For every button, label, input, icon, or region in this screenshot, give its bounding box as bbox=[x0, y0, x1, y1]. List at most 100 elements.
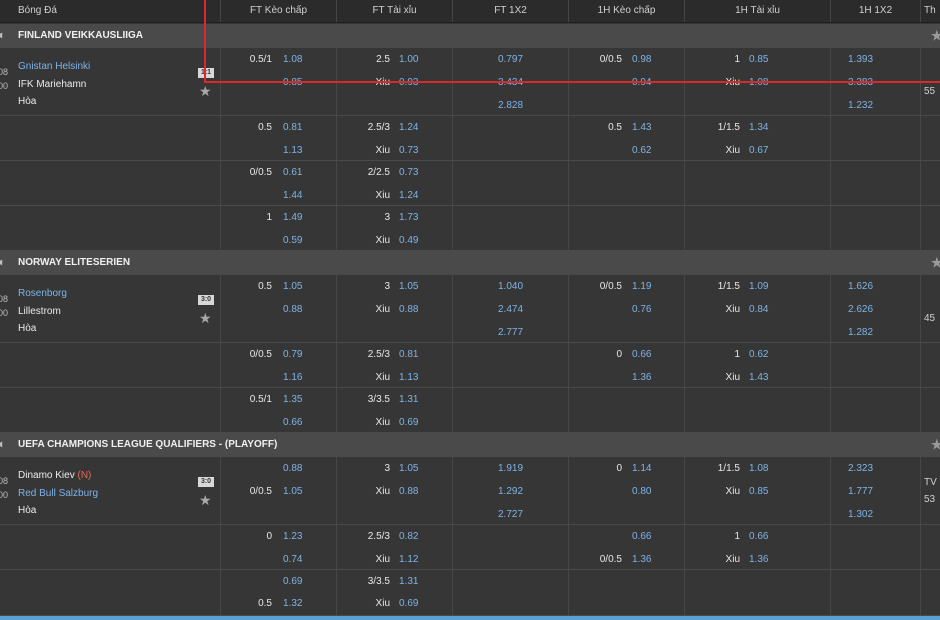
1h-handicap-home-odds[interactable]: 1.14 bbox=[632, 462, 651, 476]
home-team[interactable]: Gnistan Helsinki bbox=[18, 60, 90, 74]
live-score-icon[interactable]: 1:1 bbox=[198, 68, 214, 78]
ft-handicap-away-odds[interactable]: 1.05 bbox=[283, 485, 302, 499]
ft-over-odds[interactable]: 0.82 bbox=[399, 530, 418, 544]
ft-under-odds[interactable]: 0.69 bbox=[399, 597, 418, 611]
favorite-league-star-icon[interactable]: ★ bbox=[931, 24, 940, 48]
ft-under-odds[interactable]: 0.88 bbox=[399, 485, 418, 499]
ft-under-odds[interactable]: 0.88 bbox=[399, 303, 418, 317]
ft-1x2-away[interactable]: 2.474 bbox=[498, 303, 523, 317]
1h-under-odds[interactable]: 1.08 bbox=[749, 76, 768, 90]
favorite-league-star-icon[interactable]: ★ bbox=[931, 251, 940, 275]
favorite-star-icon[interactable]: ★ bbox=[199, 311, 212, 325]
header-ft-over-under[interactable]: FT Tài xỉu bbox=[336, 0, 452, 22]
1h-under-odds[interactable]: 0.85 bbox=[749, 485, 768, 499]
1h-handicap-away-odds[interactable]: 1.36 bbox=[632, 371, 651, 385]
ft-handicap-away-odds[interactable]: 0.88 bbox=[283, 303, 302, 317]
header-1h-over-under[interactable]: 1H Tài xỉu bbox=[684, 0, 830, 22]
1h-handicap-home-odds[interactable]: 1.19 bbox=[632, 280, 651, 294]
header-ft-handicap[interactable]: FT Kèo chấp bbox=[220, 0, 336, 22]
favorite-star-icon[interactable]: ★ bbox=[199, 493, 212, 507]
1h-handicap-away-odds[interactable]: 0.80 bbox=[632, 485, 651, 499]
1h-handicap-home-odds[interactable]: 0.66 bbox=[632, 530, 651, 544]
header-ft-1x2[interactable]: FT 1X2 bbox=[452, 0, 568, 22]
ft-over-odds[interactable]: 0.73 bbox=[399, 166, 418, 180]
more-bets-count[interactable]: 55 bbox=[924, 86, 935, 97]
ft-under-odds[interactable]: 0.93 bbox=[399, 76, 418, 90]
1h-1x2-draw[interactable]: 1.282 bbox=[848, 326, 873, 340]
ft-under-odds[interactable]: 0.73 bbox=[399, 144, 418, 158]
favorite-league-star-icon[interactable]: ★ bbox=[931, 433, 940, 457]
ft-handicap-home-odds[interactable]: 0.81 bbox=[283, 121, 302, 135]
1h-1x2-home[interactable]: 1.626 bbox=[848, 280, 873, 294]
more-bets-count[interactable]: 45 bbox=[924, 313, 935, 324]
ft-1x2-home[interactable]: 1.919 bbox=[498, 462, 523, 476]
league-header[interactable]: ◂ UEFA CHAMPIONS LEAGUE QUALIFIERS - (PL… bbox=[0, 433, 940, 457]
ft-handicap-away-odds[interactable]: 1.32 bbox=[283, 597, 302, 611]
ft-handicap-away-odds[interactable]: 1.13 bbox=[283, 144, 302, 158]
favorite-star-icon[interactable]: ★ bbox=[199, 84, 212, 98]
ft-over-odds[interactable]: 1.05 bbox=[399, 462, 418, 476]
ft-1x2-draw[interactable]: 2.777 bbox=[498, 326, 523, 340]
ft-handicap-away-odds[interactable]: 1.44 bbox=[283, 189, 302, 203]
ft-under-odds[interactable]: 1.12 bbox=[399, 553, 418, 567]
1h-1x2-away[interactable]: 1.777 bbox=[848, 485, 873, 499]
ft-handicap-away-odds[interactable]: 1.16 bbox=[283, 371, 302, 385]
1h-handicap-away-odds[interactable]: 0.76 bbox=[632, 303, 651, 317]
ft-handicap-away-odds[interactable]: 0.74 bbox=[283, 553, 302, 567]
home-team[interactable]: Rosenborg bbox=[18, 287, 67, 301]
ft-under-odds[interactable]: 1.24 bbox=[399, 189, 418, 203]
away-team[interactable]: Red Bull Salzburg bbox=[18, 487, 98, 501]
1h-handicap-home-odds[interactable]: 0.98 bbox=[632, 53, 651, 67]
ft-handicap-home-odds[interactable]: 0.79 bbox=[283, 348, 302, 362]
1h-handicap-away-odds[interactable]: 0.94 bbox=[632, 76, 651, 90]
collapse-icon[interactable]: ◂ bbox=[0, 433, 2, 457]
home-team[interactable]: Dinamo Kiev (N) bbox=[18, 469, 91, 483]
away-team[interactable]: IFK Mariehamn bbox=[18, 78, 86, 92]
ft-handicap-away-odds[interactable]: 0.59 bbox=[283, 234, 302, 248]
collapse-icon[interactable]: ◂ bbox=[0, 24, 2, 48]
league-header[interactable]: ◂ NORWAY ELITESERIEN ★ bbox=[0, 251, 940, 275]
ft-over-odds[interactable]: 1.31 bbox=[399, 393, 418, 407]
ft-1x2-away[interactable]: 1.292 bbox=[498, 485, 523, 499]
ft-1x2-draw[interactable]: 2.828 bbox=[498, 99, 523, 113]
1h-1x2-away[interactable]: 2.626 bbox=[848, 303, 873, 317]
ft-over-odds[interactable]: 1.05 bbox=[399, 280, 418, 294]
ft-handicap-home-odds[interactable]: 0.69 bbox=[283, 575, 302, 589]
header-1h-1x2[interactable]: 1H 1X2 bbox=[830, 0, 920, 22]
1h-over-odds[interactable]: 0.66 bbox=[749, 530, 768, 544]
ft-over-odds[interactable]: 1.24 bbox=[399, 121, 418, 135]
ft-1x2-home[interactable]: 0.797 bbox=[498, 53, 523, 67]
1h-1x2-away[interactable]: 3.383 bbox=[848, 76, 873, 90]
ft-handicap-away-odds[interactable]: 0.66 bbox=[283, 416, 302, 430]
ft-over-odds[interactable]: 0.81 bbox=[399, 348, 418, 362]
ft-under-odds[interactable]: 0.49 bbox=[399, 234, 418, 248]
more-bets-count[interactable]: 53 bbox=[924, 494, 935, 505]
1h-under-odds[interactable]: 0.84 bbox=[749, 303, 768, 317]
ft-handicap-home-odds[interactable]: 1.08 bbox=[283, 53, 302, 67]
1h-1x2-home[interactable]: 2.323 bbox=[848, 462, 873, 476]
1h-over-odds[interactable]: 0.85 bbox=[749, 53, 768, 67]
1h-over-odds[interactable]: 1.08 bbox=[749, 462, 768, 476]
1h-over-odds[interactable]: 0.62 bbox=[749, 348, 768, 362]
1h-handicap-home-odds[interactable]: 0.66 bbox=[632, 348, 651, 362]
1h-under-odds[interactable]: 0.67 bbox=[749, 144, 768, 158]
collapse-icon[interactable]: ◂ bbox=[0, 251, 2, 275]
ft-over-odds[interactable]: 1.00 bbox=[399, 53, 418, 67]
1h-under-odds[interactable]: 1.43 bbox=[749, 371, 768, 385]
1h-1x2-home[interactable]: 1.393 bbox=[848, 53, 873, 67]
ft-handicap-home-odds[interactable]: 1.23 bbox=[283, 530, 302, 544]
1h-over-odds[interactable]: 1.34 bbox=[749, 121, 768, 135]
ft-handicap-home-odds[interactable]: 1.35 bbox=[283, 393, 302, 407]
ft-handicap-home-odds[interactable]: 1.49 bbox=[283, 211, 302, 225]
1h-under-odds[interactable]: 1.36 bbox=[749, 553, 768, 567]
ft-under-odds[interactable]: 1.13 bbox=[399, 371, 418, 385]
away-team[interactable]: Lillestrom bbox=[18, 305, 61, 319]
1h-handicap-away-odds[interactable]: 0.62 bbox=[632, 144, 651, 158]
ft-handicap-away-odds[interactable]: 0.85 bbox=[283, 76, 302, 90]
ft-over-odds[interactable]: 1.31 bbox=[399, 575, 418, 589]
ft-1x2-draw[interactable]: 2.727 bbox=[498, 508, 523, 522]
1h-handicap-away-odds[interactable]: 1.36 bbox=[632, 553, 651, 567]
1h-over-odds[interactable]: 1.09 bbox=[749, 280, 768, 294]
ft-over-odds[interactable]: 1.73 bbox=[399, 211, 418, 225]
live-score-icon[interactable]: 3:0 bbox=[198, 477, 214, 487]
